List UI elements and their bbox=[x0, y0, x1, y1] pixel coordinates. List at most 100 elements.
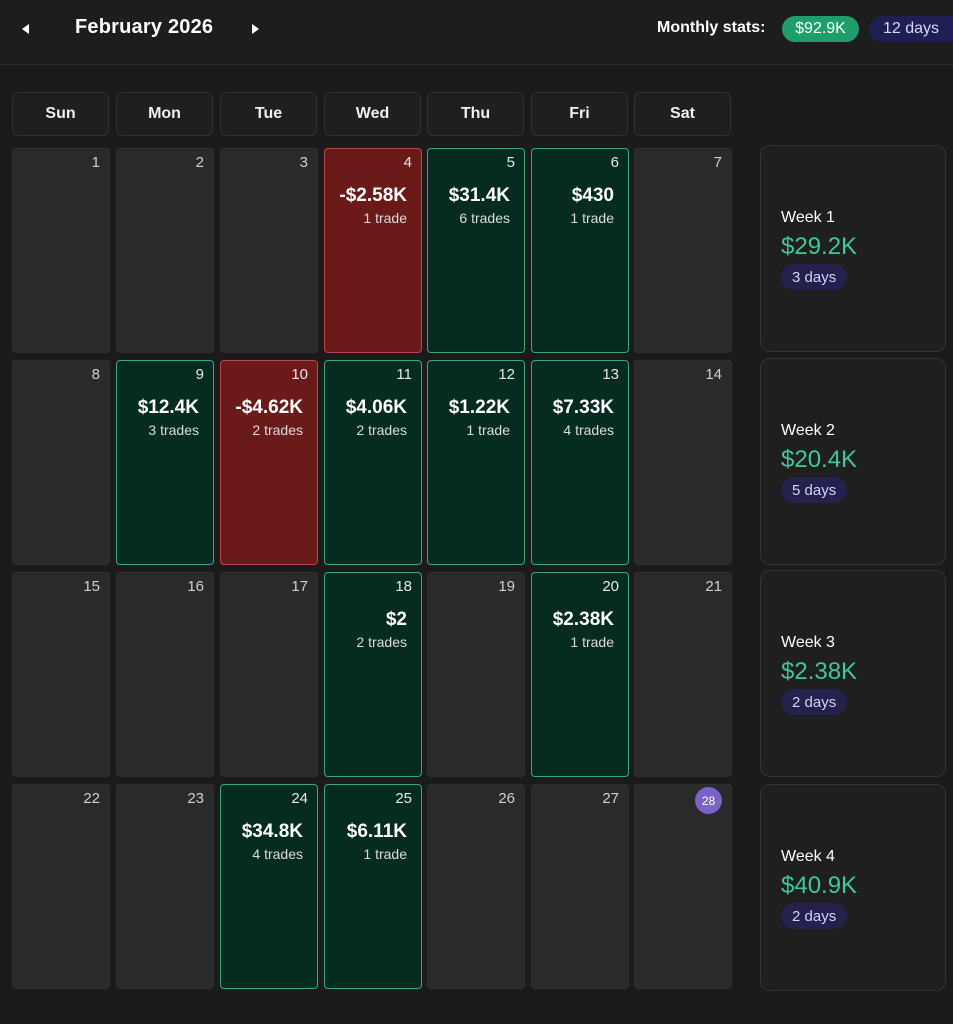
day-cell-18[interactable]: 18 $2 2 trades bbox=[324, 572, 422, 777]
day-trade-count: 4 trades bbox=[252, 846, 303, 862]
week-label: Week 4 bbox=[781, 848, 835, 865]
day-cell-4[interactable]: 4 -$2.58K 1 trade bbox=[324, 148, 422, 353]
day-pnl: $4.06K bbox=[345, 397, 407, 418]
weekday-header-fri: Fri bbox=[531, 92, 628, 136]
day-number: 11 bbox=[396, 366, 412, 383]
day-number: 8 bbox=[91, 366, 100, 383]
day-trade-count: 6 trades bbox=[459, 210, 510, 226]
next-month-button[interactable] bbox=[244, 17, 268, 41]
day-number: 21 bbox=[705, 578, 722, 595]
day-number: 13 bbox=[602, 366, 619, 383]
day-number: 23 bbox=[187, 790, 204, 807]
day-cell-21[interactable]: 21 bbox=[634, 572, 732, 777]
day-cell-3[interactable]: 3 bbox=[220, 148, 318, 353]
weekday-header-sat: Sat bbox=[634, 92, 731, 136]
calendar-header: February 2026 Monthly stats: $92.9K 12 d… bbox=[0, 0, 953, 65]
day-cell-25[interactable]: 25 $6.11K 1 trade bbox=[324, 784, 422, 989]
day-cell-15[interactable]: 15 bbox=[12, 572, 110, 777]
day-pnl: $2.38K bbox=[552, 609, 614, 630]
day-number: 7 bbox=[713, 154, 722, 171]
week-days-badge: 2 days bbox=[781, 903, 848, 929]
weekday-header-sun: Sun bbox=[12, 92, 109, 136]
weekday-header-mon: Mon bbox=[116, 92, 213, 136]
day-trade-count: 1 trade bbox=[363, 846, 407, 862]
day-cell-23[interactable]: 23 bbox=[116, 784, 214, 989]
day-number: 12 bbox=[498, 366, 515, 383]
day-number: 10 bbox=[291, 366, 308, 383]
day-trade-count: 2 trades bbox=[252, 422, 303, 438]
monthly-days-badge: 12 days bbox=[869, 16, 953, 42]
day-trade-count: 1 trade bbox=[570, 634, 614, 650]
day-cell-24[interactable]: 24 $34.8K 4 trades bbox=[220, 784, 318, 989]
day-cell-5[interactable]: 5 $31.4K 6 trades bbox=[427, 148, 525, 353]
week-summary-card-3[interactable]: Week 3 $2.38K 2 days bbox=[760, 570, 946, 777]
monthly-pnl-badge: $92.9K bbox=[782, 16, 859, 42]
week-label: Week 2 bbox=[781, 422, 835, 439]
day-cell-26[interactable]: 26 bbox=[427, 784, 525, 989]
day-cell-28[interactable]: 28 bbox=[634, 784, 732, 989]
week-label: Week 1 bbox=[781, 209, 835, 226]
day-trade-count: 1 trade bbox=[570, 210, 614, 226]
week-summary-card-1[interactable]: Week 1 $29.2K 3 days bbox=[760, 145, 946, 352]
weekday-header-thu: Thu bbox=[427, 92, 524, 136]
day-number: 14 bbox=[705, 366, 722, 383]
day-cell-16[interactable]: 16 bbox=[116, 572, 214, 777]
day-cell-22[interactable]: 22 bbox=[12, 784, 110, 989]
day-cell-14[interactable]: 14 bbox=[634, 360, 732, 565]
day-number: 15 bbox=[83, 578, 100, 595]
day-trade-count: 4 trades bbox=[563, 422, 614, 438]
day-cell-10[interactable]: 10 -$4.62K 2 trades bbox=[220, 360, 318, 565]
day-trade-count: 2 trades bbox=[356, 634, 407, 650]
day-number: 9 bbox=[195, 366, 204, 383]
day-cell-20[interactable]: 20 $2.38K 1 trade bbox=[531, 572, 629, 777]
day-number: 17 bbox=[291, 578, 308, 595]
day-pnl: $430 bbox=[571, 185, 614, 206]
day-cell-8[interactable]: 8 bbox=[12, 360, 110, 565]
day-number: 6 bbox=[610, 154, 619, 171]
week-label: Week 3 bbox=[781, 634, 835, 651]
monthly-stats-label: Monthly stats: bbox=[657, 19, 766, 36]
week-summary-card-4[interactable]: Week 4 $40.9K 2 days bbox=[760, 784, 946, 991]
day-pnl: $34.8K bbox=[241, 821, 303, 842]
day-cell-1[interactable]: 1 bbox=[12, 148, 110, 353]
day-cell-19[interactable]: 19 bbox=[427, 572, 525, 777]
week-summary-card-2[interactable]: Week 2 $20.4K 5 days bbox=[760, 358, 946, 565]
day-number: 24 bbox=[291, 790, 308, 807]
week-pnl: $40.9K bbox=[781, 872, 858, 899]
month-title: February 2026 bbox=[75, 16, 214, 38]
week-pnl: $29.2K bbox=[781, 233, 858, 260]
day-pnl: -$2.58K bbox=[339, 185, 407, 206]
today-badge: 28 bbox=[695, 787, 722, 814]
day-cell-12[interactable]: 12 $1.22K 1 trade bbox=[427, 360, 525, 565]
day-trade-count: 3 trades bbox=[148, 422, 199, 438]
day-cell-27[interactable]: 27 bbox=[531, 784, 629, 989]
weekday-header-tue: Tue bbox=[220, 92, 317, 136]
day-pnl: $31.4K bbox=[448, 185, 510, 206]
week-days-badge: 3 days bbox=[781, 264, 848, 290]
chevron-left-icon bbox=[22, 24, 29, 34]
day-number: 1 bbox=[91, 154, 100, 171]
day-number: 19 bbox=[498, 578, 515, 595]
day-cell-13[interactable]: 13 $7.33K 4 trades bbox=[531, 360, 629, 565]
day-pnl: -$4.62K bbox=[235, 397, 303, 418]
weekday-header-wed: Wed bbox=[324, 92, 421, 136]
day-number: 25 bbox=[395, 790, 412, 807]
day-pnl: $12.4K bbox=[137, 397, 199, 418]
day-number: 5 bbox=[506, 154, 515, 171]
day-cell-17[interactable]: 17 bbox=[220, 572, 318, 777]
day-cell-2[interactable]: 2 bbox=[116, 148, 214, 353]
day-cell-11[interactable]: 11 $4.06K 2 trades bbox=[324, 360, 422, 565]
day-number: 3 bbox=[299, 154, 308, 171]
day-cell-9[interactable]: 9 $12.4K 3 trades bbox=[116, 360, 214, 565]
day-trade-count: 1 trade bbox=[363, 210, 407, 226]
day-number: 27 bbox=[602, 790, 619, 807]
day-cell-7[interactable]: 7 bbox=[634, 148, 732, 353]
day-trade-count: 2 trades bbox=[356, 422, 407, 438]
day-cell-6[interactable]: 6 $430 1 trade bbox=[531, 148, 629, 353]
week-pnl: $2.38K bbox=[781, 658, 858, 685]
day-pnl: $1.22K bbox=[448, 397, 510, 418]
day-number: 22 bbox=[83, 790, 100, 807]
week-days-badge: 2 days bbox=[781, 689, 848, 715]
previous-month-button[interactable] bbox=[13, 17, 37, 41]
day-number: 18 bbox=[395, 578, 412, 595]
